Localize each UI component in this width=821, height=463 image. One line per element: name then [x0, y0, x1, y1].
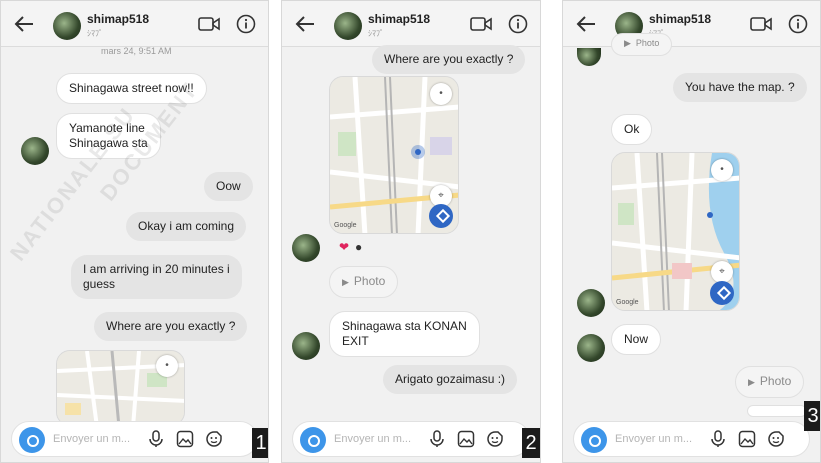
chat-screen-1: shimap518 ｼﾏﾌﾟ mars 24, 9:51 AM Shinagaw… [0, 0, 269, 463]
chat-header: shimap518 ｼﾏﾌﾟ [1, 1, 268, 47]
camera-icon[interactable] [581, 427, 607, 453]
back-arrow-icon[interactable] [294, 13, 316, 35]
message-input[interactable]: Envoyer un m... [53, 433, 130, 445]
avatar[interactable] [577, 289, 605, 317]
info-icon[interactable] [508, 14, 528, 34]
message-bubble-partial [747, 405, 807, 417]
avatar[interactable] [21, 137, 49, 165]
heart-reaction[interactable]: ❤ [339, 240, 349, 254]
map-image[interactable]: • ⌖ Google [611, 152, 740, 311]
video-call-icon[interactable] [470, 16, 492, 32]
map-image[interactable]: • ⌖ Google [329, 76, 459, 234]
contact-name[interactable]: shimap518 [87, 12, 149, 26]
chat-screen-2: shimap518 ｼﾏﾌﾟ Where are you exactly ? •… [281, 0, 541, 463]
avatar[interactable] [292, 234, 320, 262]
microphone-icon[interactable] [147, 430, 165, 448]
directions-icon[interactable] [710, 281, 734, 305]
map-image[interactable]: • [56, 350, 185, 426]
gallery-icon[interactable] [457, 430, 475, 448]
map-pin-icon: • [430, 83, 452, 105]
sticker-icon[interactable] [767, 430, 785, 448]
message-input[interactable]: Envoyer un m... [334, 433, 411, 445]
directions-icon[interactable] [429, 204, 453, 228]
message-composer: Envoyer un m... [292, 421, 530, 457]
photo-message[interactable]: ▶ Photo [735, 366, 805, 398]
back-arrow-icon[interactable] [13, 13, 35, 35]
microphone-icon[interactable] [428, 430, 446, 448]
avatar[interactable] [53, 12, 81, 40]
google-logo: Google [616, 299, 639, 306]
play-icon: ▶ [342, 277, 349, 287]
message-timestamp: mars 24, 9:51 AM [101, 46, 172, 56]
outgoing-message[interactable]: Okay i am coming [126, 212, 247, 241]
gallery-icon[interactable] [176, 430, 194, 448]
message-composer: Envoyer un m... [573, 421, 810, 457]
avatar[interactable] [292, 332, 320, 360]
microphone-icon[interactable] [709, 430, 727, 448]
video-call-icon[interactable] [198, 16, 220, 32]
incoming-message[interactable]: Shinagawa sta KONAN EXIT [329, 311, 480, 357]
outgoing-message[interactable]: Where are you exactly ? [372, 45, 526, 74]
incoming-message[interactable]: Yamanote line Shinagawa sta [56, 113, 161, 159]
incoming-message[interactable]: Shinagawa street now!! [56, 73, 207, 104]
message-input[interactable]: Envoyer un m... [615, 433, 692, 445]
contact-name[interactable]: shimap518 [368, 12, 430, 26]
avatar[interactable] [334, 12, 362, 40]
play-icon: ▶ [748, 377, 755, 387]
message-composer: Envoyer un m... [11, 421, 258, 457]
contact-subtitle: ｼﾏﾌﾟ [368, 29, 384, 38]
contact-subtitle: ｼﾏﾌﾟ [87, 29, 103, 38]
avatar[interactable] [577, 48, 601, 66]
map-pin-icon: • [156, 355, 178, 377]
chat-header: shimap518 ｼﾏﾌﾟ [282, 1, 540, 47]
info-icon[interactable] [788, 14, 808, 34]
recenter-icon[interactable]: ⌖ [711, 261, 733, 283]
back-arrow-icon[interactable] [575, 13, 597, 35]
gallery-icon[interactable] [738, 430, 756, 448]
outgoing-message[interactable]: Where are you exactly ? [94, 312, 248, 341]
step-number: 1 [252, 428, 268, 458]
outgoing-message[interactable]: Oow [204, 172, 253, 201]
info-icon[interactable] [236, 14, 256, 34]
outgoing-message[interactable]: You have the map. ? [673, 73, 807, 102]
incoming-message[interactable]: Ok [611, 114, 653, 145]
sticker-icon[interactable] [486, 430, 504, 448]
incoming-message[interactable]: Now [611, 324, 662, 355]
step-number: 3 [804, 401, 820, 431]
google-logo: Google [334, 222, 357, 229]
outgoing-message[interactable]: Arigato gozaimasu :) [383, 365, 518, 394]
sticker-icon[interactable] [205, 430, 223, 448]
step-number: 2 [522, 428, 540, 458]
photo-message[interactable]: ▶ Photo [611, 33, 673, 56]
camera-icon[interactable] [300, 427, 326, 453]
map-pin-icon: • [711, 159, 733, 181]
avatar[interactable] [577, 334, 605, 362]
outgoing-message[interactable]: I am arriving in 20 minutes i guess [71, 255, 242, 299]
photo-message[interactable]: ▶ Photo [329, 266, 399, 298]
user-reaction[interactable]: ● [355, 240, 362, 254]
contact-name[interactable]: shimap518 [649, 12, 711, 26]
camera-icon[interactable] [19, 427, 45, 453]
video-call-icon[interactable] [750, 16, 772, 32]
chat-screen-3: shimap518 ｼﾏﾌﾟ ▶Photo You have the map. … [562, 0, 821, 463]
chat-header: shimap518 ｼﾏﾌﾟ [563, 1, 820, 47]
play-icon: ▶ [624, 38, 631, 48]
